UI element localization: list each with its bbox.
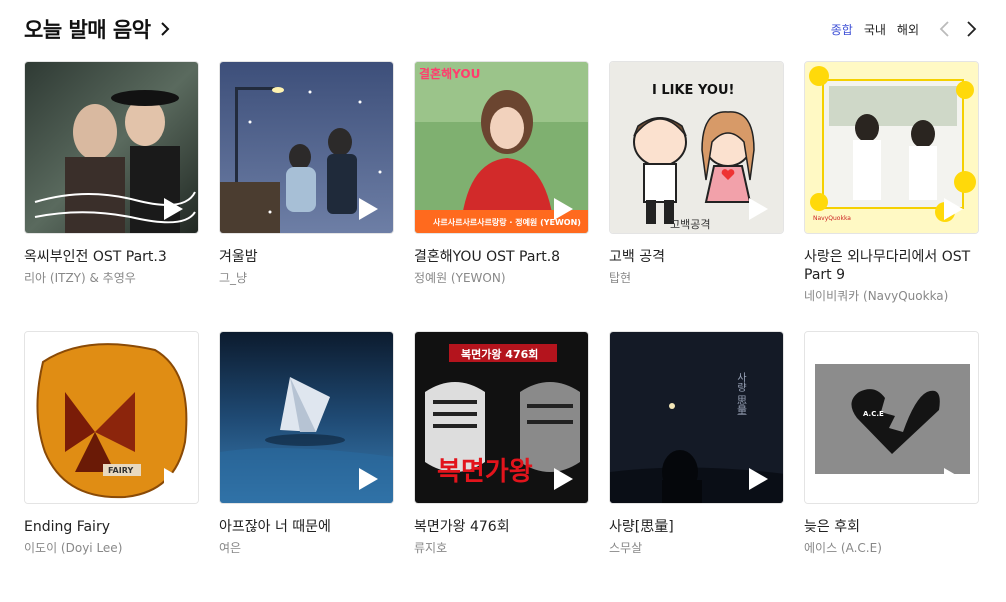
album-title[interactable]: 늦은 후회 <box>804 518 979 536</box>
section-title: 오늘 발매 음악 <box>24 18 151 42</box>
album-cover[interactable]: A.C.E <box>804 331 979 504</box>
album-title[interactable]: 결혼해YOU OST Part.8 <box>414 248 589 266</box>
chevron-right-icon <box>967 21 977 37</box>
album-title[interactable]: 사량[思量] <box>609 518 784 536</box>
chevron-left-icon <box>939 21 949 37</box>
album-artist[interactable]: 스무살 <box>609 540 784 556</box>
filter-tab-domestic[interactable]: 국내 <box>864 21 886 38</box>
cover-heading: 복면가왕 476회 <box>461 347 538 361</box>
album-artist[interactable]: 여은 <box>219 540 394 556</box>
section-header: 오늘 발매 음악 종합 국내 해외 <box>24 14 982 44</box>
album-cover[interactable]: NavyQuokka <box>804 61 979 234</box>
next-page-button[interactable] <box>960 18 982 40</box>
cover-logo: 복면가왕 <box>437 457 533 487</box>
cover-logo: A.C.E <box>863 410 884 418</box>
album-title[interactable]: 겨울밤 <box>219 248 394 266</box>
play-icon[interactable] <box>940 197 964 221</box>
play-icon[interactable] <box>355 467 379 491</box>
album-artist[interactable]: 네이비쿼카 (NavyQuokka) <box>804 288 979 304</box>
cover-badge: FAIRY <box>108 466 133 475</box>
album-cover[interactable]: 결혼해YOU 사르사르사르사르랑랑 · 정예원 (YEWON) <box>414 61 589 234</box>
album-cover[interactable] <box>219 61 394 234</box>
play-icon[interactable] <box>550 467 574 491</box>
cover-caption: NavyQuokka <box>813 215 851 222</box>
album-artist[interactable]: 그_냥 <box>219 270 394 286</box>
album-cover[interactable]: I LIKE YOU! 고백공격 <box>609 61 784 234</box>
album-title[interactable]: 사랑은 외나무다리에서 OST Part 9 <box>804 248 979 284</box>
play-icon[interactable] <box>355 197 379 221</box>
section-title-link[interactable]: 오늘 발매 음악 <box>24 14 171 44</box>
chevron-right-icon <box>160 22 169 36</box>
album-title[interactable]: 옥씨부인전 OST Part.3 <box>24 248 199 266</box>
album-artist[interactable]: 정예원 (YEWON) <box>414 270 589 286</box>
album-cover[interactable]: FAIRY <box>24 331 199 504</box>
album-artist[interactable]: 이도이 (Doyi Lee) <box>24 540 199 556</box>
play-icon[interactable] <box>940 467 964 491</box>
album-cover[interactable] <box>24 61 199 234</box>
prev-page-button[interactable] <box>934 18 956 40</box>
play-icon[interactable] <box>550 197 574 221</box>
album-artist[interactable]: 리아 (ITZY) & 추영우 <box>24 270 199 286</box>
play-icon[interactable] <box>160 467 184 491</box>
album-title[interactable]: 고백 공격 <box>609 248 784 266</box>
album-title[interactable]: 아프잖아 너 때문에 <box>219 518 394 536</box>
play-icon[interactable] <box>160 197 184 221</box>
filter-tab-overseas[interactable]: 해외 <box>897 21 919 38</box>
play-icon[interactable] <box>745 197 769 221</box>
play-icon[interactable] <box>745 467 769 491</box>
album-cover[interactable] <box>219 331 394 504</box>
album-artist[interactable]: 탑현 <box>609 270 784 286</box>
album-title[interactable]: 복면가왕 476회 <box>414 518 589 536</box>
album-cover[interactable]: 복면가왕 476회 복면가왕 <box>414 331 589 504</box>
album-artist[interactable]: 류지호 <box>414 540 589 556</box>
cover-vertical-title: 사량 思量 <box>735 372 747 415</box>
album-title[interactable]: Ending Fairy <box>24 518 199 536</box>
cover-heading: I LIKE YOU! <box>652 83 734 98</box>
filter-tab-all[interactable]: 종합 <box>831 21 853 38</box>
album-cover[interactable]: 사량 思量 <box>609 331 784 504</box>
album-artist[interactable]: 에이스 (A.C.E) <box>804 540 979 556</box>
filter-bar: 종합 국내 해외 <box>831 18 982 40</box>
cover-logo: 결혼해YOU <box>419 66 480 81</box>
cover-caption: 고백공격 <box>670 218 710 231</box>
